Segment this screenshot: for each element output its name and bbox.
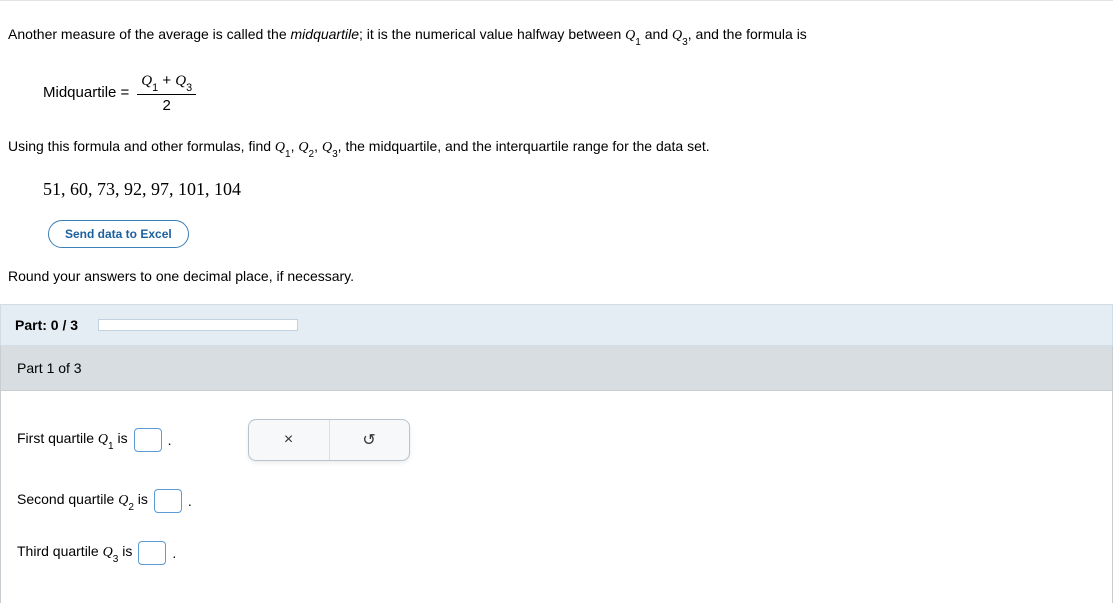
intro-text: Another measure of the average is called… [8,3,1105,57]
period: . [168,432,172,448]
send-to-excel-button[interactable]: Send data to Excel [48,220,189,248]
answer-toolbox: × ↺ [248,419,410,461]
rounding-note: Round your answers to one decimal place,… [8,268,1105,304]
instruction-text: Using this formula and other formulas, f… [8,129,1105,179]
part-body: First quartile Q1 is . × ↺ Second quarti… [0,391,1113,603]
q2-input[interactable] [154,489,182,513]
progress-track [98,319,298,331]
reset-button[interactable]: ↺ [329,420,409,460]
answer-row-q3: Third quartile Q3 is . [17,541,1096,565]
x-icon: × [284,431,293,449]
progress-row: Part: 0 / 3 [0,304,1113,346]
q3-input[interactable] [138,541,166,565]
midquartile-formula: Midquartile = Q1 + Q3 2 [8,57,1105,129]
answer-row-q2: Second quartile Q2 is . [17,489,1096,513]
part-header: Part 1 of 3 [0,346,1113,391]
reset-icon: ↺ [362,430,375,450]
clear-button[interactable]: × [249,420,329,460]
period: . [172,545,176,561]
period: . [188,493,192,509]
data-set: 51, 60, 73, 92, 97, 101, 104 [8,179,1105,220]
progress-label: Part: 0 / 3 [15,317,78,333]
answer-row-q1: First quartile Q1 is . × ↺ [17,419,1096,461]
q1-input[interactable] [134,428,162,452]
